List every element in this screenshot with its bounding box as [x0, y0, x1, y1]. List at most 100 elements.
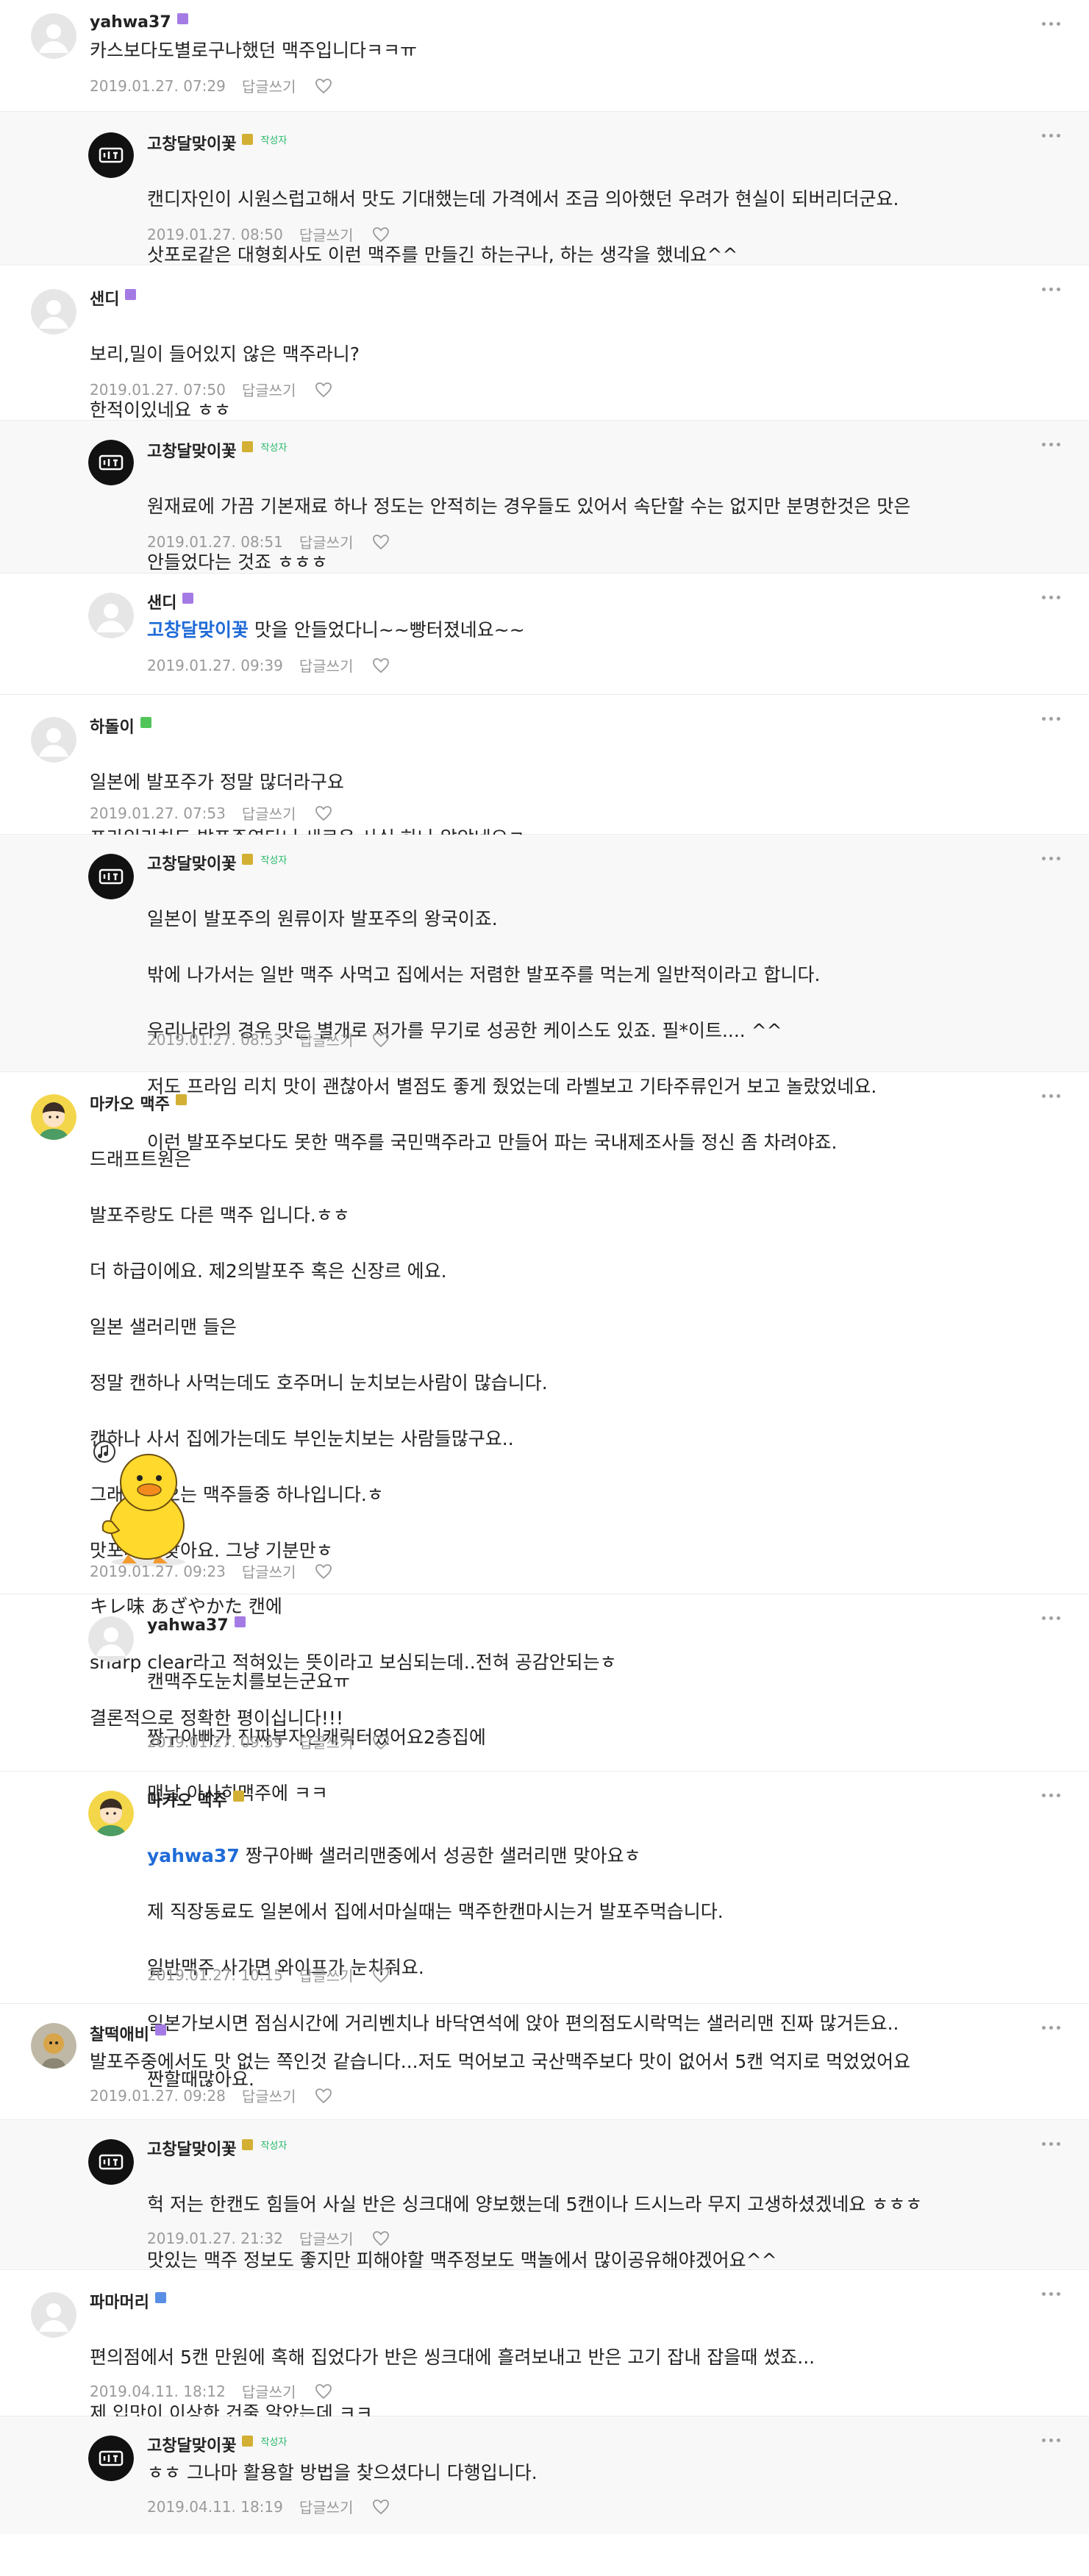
- member-level-icon: [176, 13, 188, 24]
- reply-button[interactable]: 답글쓰기: [299, 1029, 354, 1050]
- like-heart-icon[interactable]: [315, 382, 332, 398]
- avatar[interactable]: [31, 13, 76, 59]
- avatar[interactable]: [31, 717, 76, 763]
- more-options-icon[interactable]: [1042, 596, 1061, 600]
- author-badge: 작성자: [260, 2436, 288, 2448]
- more-options-icon[interactable]: [1042, 443, 1061, 447]
- member-level-icon: [234, 1616, 246, 1627]
- mention-link[interactable]: yahwa37: [147, 1845, 240, 1866]
- reply-button[interactable]: 답글쓰기: [299, 1731, 354, 1752]
- more-options-icon[interactable]: [1042, 22, 1061, 26]
- member-level-icon: [140, 716, 151, 728]
- reply-button[interactable]: 답글쓰기: [299, 1964, 354, 1985]
- comment-date: 2019.01.27. 07:53: [90, 804, 226, 822]
- like-heart-icon[interactable]: [372, 1032, 390, 1048]
- like-heart-icon[interactable]: [315, 2383, 332, 2400]
- reply-button[interactable]: 답글쓰기: [299, 654, 354, 676]
- comment-nickname[interactable]: 고창달맞이꽃: [147, 2136, 236, 2160]
- more-options-icon[interactable]: [1042, 2292, 1061, 2297]
- like-heart-icon[interactable]: [315, 1563, 332, 1580]
- comment-nickname[interactable]: 마카오 맥주: [90, 1091, 170, 1115]
- avatar[interactable]: [88, 440, 134, 485]
- like-heart-icon[interactable]: [315, 78, 332, 94]
- member-level-icon: [242, 133, 254, 145]
- mention-link[interactable]: 고창달맞이꽃: [147, 619, 249, 641]
- avatar[interactable]: [88, 1616, 134, 1662]
- avatar[interactable]: [31, 2023, 76, 2069]
- comment-nickname[interactable]: 파마머리: [90, 2289, 149, 2313]
- like-heart-icon[interactable]: [372, 226, 390, 243]
- duck-sticker-image: [93, 1441, 185, 1566]
- like-heart-icon[interactable]: [372, 2230, 390, 2247]
- comment-reply: 샌디 고창달맞이꽃 맛을 안들었다니~~빵터졌네요~~ 2019.01.27. …: [0, 574, 1089, 695]
- comment-text: 안들었다는 것죠 ㅎㅎㅎ: [147, 552, 328, 573]
- like-heart-icon[interactable]: [372, 1734, 390, 1750]
- comment-date: 2019.01.27. 10:15: [147, 1966, 283, 1984]
- reply-button[interactable]: 답글쓰기: [242, 2380, 296, 2402]
- more-options-icon[interactable]: [1042, 717, 1061, 721]
- more-options-icon[interactable]: [1042, 2438, 1061, 2443]
- like-heart-icon[interactable]: [315, 2088, 332, 2104]
- author-badge: 작성자: [260, 135, 288, 146]
- member-level-icon: [242, 2435, 254, 2447]
- member-level-icon: [175, 1093, 187, 1105]
- comment-nickname[interactable]: 고창달맞이꽃: [147, 851, 236, 874]
- comment-nickname[interactable]: 고창달맞이꽃: [147, 438, 236, 462]
- more-options-icon[interactable]: [1042, 1794, 1061, 1798]
- comment-date: 2019.04.11. 18:12: [90, 2382, 226, 2400]
- comment-nickname[interactable]: 찰떡애비: [90, 2022, 149, 2045]
- like-heart-icon[interactable]: [372, 1967, 390, 1983]
- comment-nickname[interactable]: 마카오 맥주: [147, 1788, 227, 1811]
- comment-text: 보리,밀이 들어있지 않은 맥주라니?: [90, 343, 360, 365]
- comment-reply: 고창달맞이꽃 작성자 캔디자인이 시원스럽고해서 맛도 기대했는데 가격에서 조금…: [0, 112, 1089, 265]
- comment-text: 드래프트원은: [90, 1149, 192, 1170]
- avatar[interactable]: [31, 1094, 76, 1140]
- like-heart-icon[interactable]: [372, 657, 390, 674]
- comment: 샌디 보리,밀이 들어있지 않은 맥주라니? 한적이있네요 ㅎㅎ 2019.01…: [0, 265, 1089, 421]
- reply-button[interactable]: 답글쓰기: [299, 2496, 354, 2517]
- more-options-icon[interactable]: [1042, 2142, 1061, 2147]
- comment-date: 2019.01.27. 08:53: [147, 1030, 283, 1049]
- comment-reply: 고창달맞이꽃 작성자 헉 저는 한캔도 힘들어 사실 반은 싱크대에 양보했는데 …: [0, 2120, 1089, 2271]
- avatar[interactable]: [88, 1791, 134, 1836]
- reply-button[interactable]: 답글쓰기: [242, 75, 296, 96]
- reply-button[interactable]: 답글쓰기: [242, 2085, 296, 2106]
- avatar[interactable]: [88, 2139, 134, 2185]
- more-options-icon[interactable]: [1042, 1616, 1061, 1621]
- more-options-icon[interactable]: [1042, 2026, 1061, 2030]
- avatar[interactable]: [88, 593, 134, 638]
- reply-button[interactable]: 답글쓰기: [242, 802, 296, 824]
- reply-button[interactable]: 답글쓰기: [299, 531, 354, 552]
- like-heart-icon[interactable]: [315, 805, 332, 821]
- author-badge: 작성자: [260, 2140, 288, 2152]
- more-options-icon[interactable]: [1042, 288, 1061, 292]
- comment-nickname[interactable]: 고창달맞이꽃: [147, 131, 236, 154]
- avatar[interactable]: [31, 289, 76, 335]
- reply-button[interactable]: 답글쓰기: [242, 1560, 296, 1582]
- comment-nickname[interactable]: yahwa37: [147, 1616, 229, 1635]
- like-heart-icon[interactable]: [372, 2499, 390, 2515]
- comment-nickname[interactable]: yahwa37: [90, 13, 171, 32]
- like-heart-icon[interactable]: [372, 534, 390, 550]
- avatar[interactable]: [88, 854, 134, 899]
- more-options-icon[interactable]: [1042, 857, 1061, 861]
- avatar[interactable]: [88, 132, 134, 178]
- comment-nickname[interactable]: 샌디: [90, 286, 119, 310]
- comment-nickname[interactable]: 고창달맞이꽃: [147, 2433, 236, 2456]
- reply-button[interactable]: 답글쓰기: [242, 379, 296, 400]
- more-options-icon[interactable]: [1042, 1094, 1061, 1099]
- comment-reply: 고창달맞이꽃 작성자 일본이 발포주의 원류이자 발포주의 왕국이죠. 밖에 나가…: [0, 835, 1089, 1153]
- comment-text: 원재료에 가끔 기본재료 하나 정도는 안적히는 경우들도 있어서 속단할 수는…: [147, 496, 911, 517]
- author-badge: 작성자: [260, 854, 288, 866]
- comment-date: 2019.01.27. 09:59: [147, 1733, 283, 1751]
- more-options-icon[interactable]: [1042, 134, 1061, 138]
- comment-date: 2019.01.27. 09:39: [147, 656, 283, 674]
- avatar[interactable]: [88, 2436, 134, 2481]
- avatar[interactable]: [31, 2292, 76, 2338]
- comment-thread: { "comments": [ { "nickname": "yahwa37",…: [0, 0, 1089, 2576]
- comment-nickname[interactable]: 하돌이: [90, 714, 135, 738]
- reply-button[interactable]: 답글쓰기: [299, 224, 354, 245]
- comment-date: 2019.01.27. 07:50: [90, 380, 226, 399]
- reply-button[interactable]: 답글쓰기: [299, 2227, 354, 2249]
- comment-nickname[interactable]: 샌디: [147, 590, 176, 613]
